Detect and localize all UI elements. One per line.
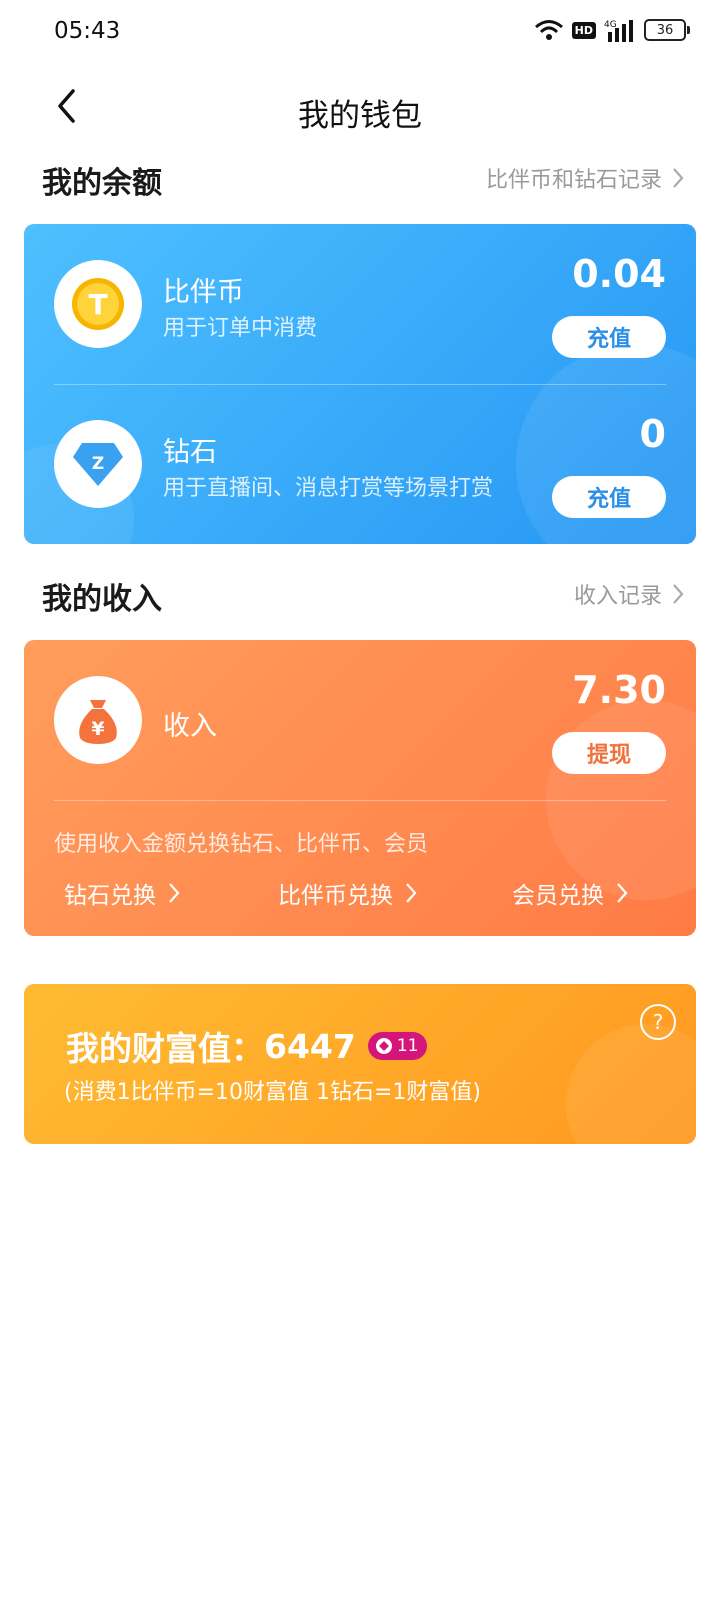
battery-icon: 36 [644,19,690,41]
wealth-label: 我的财富值： [66,1029,264,1068]
coin-icon: T [72,278,124,330]
coin-amount: 0.04 [572,252,666,296]
wealth-level: 11 [396,1036,419,1056]
coin-exchange-label: 比伴币兑换 [278,883,393,909]
income-records-link[interactable]: 收入记录 [574,578,684,610]
income-records-label: 收入记录 [573,584,662,609]
diamond-title: 钻石 [163,437,217,468]
diamond-row: Z 钻石 用于直播间、消息打赏等场景打赏 0 充值 [24,384,696,544]
diamond-subtitle: 用于直播间、消息打赏等场景打赏 [163,476,494,501]
diamond-amount: 0 [639,412,666,456]
coin-icon-circle: T [54,260,142,348]
balance-records-link[interactable]: 比伴币和钻石记录 [486,162,684,194]
coin-subtitle: 用于订单中消费 [163,316,318,341]
wealth-value: 6447 [264,1026,356,1066]
diamond-exchange-link[interactable]: 钻石兑换 [64,876,180,910]
coin-exchange-link[interactable]: 比伴币兑换 [278,876,417,910]
income-section-title: 我的收入 [42,582,162,617]
coin-letter: T [88,288,107,321]
status-time: 05:43 [54,18,121,44]
wealth-card: 我的财富值： 6447 11 (消费1比伴币=10财富值 1钻石=1财富值) ? [24,984,696,1144]
diamond-icon-circle: Z [54,420,142,508]
diamond-recharge-button[interactable]: 充值 [552,476,666,518]
coin-title: 比伴币 [163,277,244,308]
chevron-right-icon [169,883,180,903]
exchange-note: 使用收入金额兑换钻石、比伴币、会员 [54,832,429,857]
chevron-right-icon [673,584,684,604]
diamond-icon: Z [73,443,123,486]
hd-icon: HD [571,21,596,39]
withdraw-button[interactable]: 提现 [552,732,666,774]
page-title: 我的钱包 [298,98,422,134]
level-diamond-icon [375,1038,392,1054]
coin-recharge-button[interactable]: 充值 [552,316,666,358]
income-icon-circle: ¥ [54,676,142,764]
diamond-letter: Z [92,454,104,474]
wealth-level-badge: 11 [367,1032,427,1060]
wealth-row: 我的财富值： 6447 11 [66,1022,427,1070]
signal-4g-label: 4G [604,20,617,30]
balance-records-label: 比伴币和钻石记录 [485,168,662,193]
card-decoration [566,1024,696,1144]
money-bag-icon: ¥ [79,700,117,744]
divider [54,800,666,801]
help-icon[interactable]: ? [640,1004,676,1040]
status-icons: HD 4G 36 [534,18,690,42]
wealth-formula: (消费1比伴币=10财富值 1钻石=1财富值) [64,1080,482,1105]
signal-icon: 4G [604,20,633,42]
income-amount: 7.30 [572,668,666,712]
income-section-header: 我的收入 收入记录 [0,574,720,618]
income-title: 收入 [163,711,217,742]
coin-row: T 比伴币 用于订单中消费 0.04 充值 [24,224,696,384]
income-row: ¥ 收入 7.30 提现 [24,640,696,800]
vip-exchange-label: 会员兑换 [512,883,604,909]
chevron-right-icon [617,883,628,903]
diamond-exchange-label: 钻石兑换 [64,883,156,909]
wifi-icon [534,20,563,40]
balance-section-header: 我的余额 比伴币和钻石记录 [0,158,720,202]
nav-bar: 我的钱包 [0,76,720,140]
status-bar: 05:43 HD 4G 36 [0,0,720,64]
balance-card: T 比伴币 用于订单中消费 0.04 充值 Z 钻石 用于直播间、消息打赏等场景… [24,224,696,544]
balance-section-title: 我的余额 [42,166,162,201]
income-card: ¥ 收入 7.30 提现 使用收入金额兑换钻石、比伴币、会员 钻石兑换 比伴币兑… [24,640,696,936]
chevron-right-icon [406,883,417,903]
vip-exchange-link[interactable]: 会员兑换 [512,876,628,910]
chevron-right-icon [673,168,684,188]
money-bag-symbol: ¥ [91,718,104,740]
